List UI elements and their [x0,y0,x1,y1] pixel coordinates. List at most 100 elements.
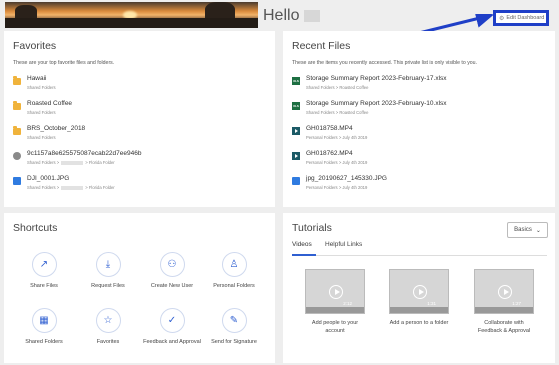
item-path: Shared Folders [27,85,56,90]
video-controls-bar [390,307,448,313]
shortcut-label: Create New User [150,283,194,289]
folder-icon [13,76,21,85]
tutorial-video[interactable]: 2:12 Add people to your account [305,269,365,335]
favorites-title: Favorites [13,40,57,52]
shortcut-personal-folders[interactable]: ♙ Personal Folders [204,252,264,289]
treeline-graphic [5,18,258,28]
item-path: Shared Folders > Roasted Coffee [306,85,369,90]
tutorials-title: Tutorials [292,222,332,234]
video-caption: Collaborate with Feedback & Approval [477,320,531,334]
item-name[interactable]: Storage Summary Report 2023-February-17.… [306,75,447,82]
shortcut-label: Feedback and Approval [143,339,201,345]
item-path: Personal Folders > July 4th 2019 [306,135,368,140]
shortcut-label: Request Files [91,283,125,289]
add-user-icon[interactable]: ⚇ [159,252,185,277]
image-icon [292,177,300,185]
check-circle-icon[interactable]: ✓ [159,308,185,333]
path-end: > Florida Folder [85,160,115,165]
favorites-subtitle: These are your top favorite files and fo… [13,60,115,66]
tutorials-level-dropdown[interactable]: Basics ⌄ [507,222,548,238]
path-start: Shared Folders > [27,185,60,190]
item-path: Personal Folders > July 4th 2019 [306,160,368,165]
recent-files-subtitle: These are the items you recently accesse… [292,60,478,66]
item-name[interactable]: Roasted Coffee [27,100,72,107]
item-name[interactable]: Hawaii [27,75,47,82]
tree-graphic [15,5,37,19]
item-path: Shared Folders [27,135,56,140]
gear-icon: ⚙ [499,15,505,22]
request-icon[interactable]: ⤓ [95,252,121,277]
item-path: Shared Folders > Roasted Coffee [306,110,369,115]
shortcut-label: Share Files [30,283,58,289]
item-path: Shared Folders [27,110,56,115]
video-controls-bar [306,307,364,313]
redacted-folder [61,185,84,190]
greeting: Hello [263,7,300,24]
shortcut-create-new-user[interactable]: ⚇ Create New User [142,252,202,289]
tutorial-video[interactable]: 1:31 Add a person to a folder [389,269,449,327]
star-icon[interactable]: ☆ [95,308,121,333]
file-icon [13,152,21,160]
video-duration: 1:27 [512,301,521,306]
folder-icon [13,126,21,135]
item-name[interactable]: jpg_20190627_145330.JPG [306,175,387,182]
edit-dashboard-button[interactable]: ⚙ Edit Dashboard [493,10,549,26]
tab-divider [292,255,547,256]
pen-icon[interactable]: ✎ [221,308,247,333]
shortcuts-title: Shortcuts [13,222,58,234]
item-path: Personal Folders > July 4th 2019 [306,185,368,190]
shared-folder-icon[interactable]: ▦ [31,308,57,333]
recent-files-title: Recent Files [292,40,351,52]
video-caption: Add a person to a folder [389,320,449,326]
video-thumbnail[interactable]: 1:31 [389,269,449,314]
path-start: Shared Folders > [27,160,60,165]
video-icon [292,152,300,160]
item-name[interactable]: Storage Summary Report 2023-February-10.… [306,100,447,107]
tutorials-card: Tutorials Basics ⌄ Videos Helpful Links … [283,213,555,363]
path-end: > Florida Folder [85,185,115,190]
shortcut-label: Shared Folders [25,339,63,345]
play-icon[interactable] [329,285,343,299]
item-name[interactable]: 9c1157a8e625575087ecab22d7ee946b [27,150,141,157]
item-path: Shared Folders > > Florida Folder [27,160,115,165]
tab-videos[interactable]: Videos [292,241,312,248]
item-path: Shared Folders > > Florida Folder [27,185,115,190]
shortcut-favorites[interactable]: ☆ Favorites [78,308,138,345]
shortcut-label: Personal Folders [213,283,255,289]
shortcuts-card: Shortcuts ↗ Share Files ⤓ Request Files … [4,213,275,363]
shortcut-label: Favorites [96,339,120,345]
shortcut-feedback-approval[interactable]: ✓ Feedback and Approval [142,308,202,345]
play-icon[interactable] [413,285,427,299]
item-name[interactable]: GH018762.MP4 [306,150,353,157]
shortcut-send-for-signature[interactable]: ✎ Send for Signature [204,308,264,345]
item-name[interactable]: BRS_October_2018 [27,125,85,132]
shortcut-label: Send for Signature [211,339,257,345]
edit-dashboard-label: Edit Dashboard [506,15,545,21]
header-banner-image [5,2,258,28]
video-controls-bar [475,307,533,313]
person-icon[interactable]: ♙ [221,252,247,277]
excel-icon: XLS [292,77,300,85]
active-tab-indicator [292,254,316,256]
video-duration: 1:31 [427,301,436,306]
video-thumbnail[interactable]: 2:12 [305,269,365,314]
image-icon [13,177,21,185]
share-icon[interactable]: ↗ [31,252,57,277]
item-name[interactable]: GH018758.MP4 [306,125,353,132]
redacted-folder [61,160,84,165]
excel-icon: XLS [292,102,300,110]
tutorial-video[interactable]: 1:27 Collaborate with Feedback & Approva… [474,269,534,335]
item-name[interactable]: DJI_0001.JPG [27,175,69,182]
shortcut-request-files[interactable]: ⤓ Request Files [78,252,138,289]
dropdown-value: Basics [514,227,532,233]
video-caption: Add people to your account [311,320,359,334]
play-icon[interactable] [498,285,512,299]
shortcut-share-files[interactable]: ↗ Share Files [14,252,74,289]
folder-icon [13,101,21,110]
favorites-card: Favorites These are your top favorite fi… [4,31,275,207]
recent-files-card: Recent Files These are the items you rec… [283,31,555,207]
shortcut-shared-folders[interactable]: ▦ Shared Folders [14,308,74,345]
video-duration: 2:12 [343,301,352,306]
video-thumbnail[interactable]: 1:27 [474,269,534,314]
tab-helpful-links[interactable]: Helpful Links [325,241,362,248]
